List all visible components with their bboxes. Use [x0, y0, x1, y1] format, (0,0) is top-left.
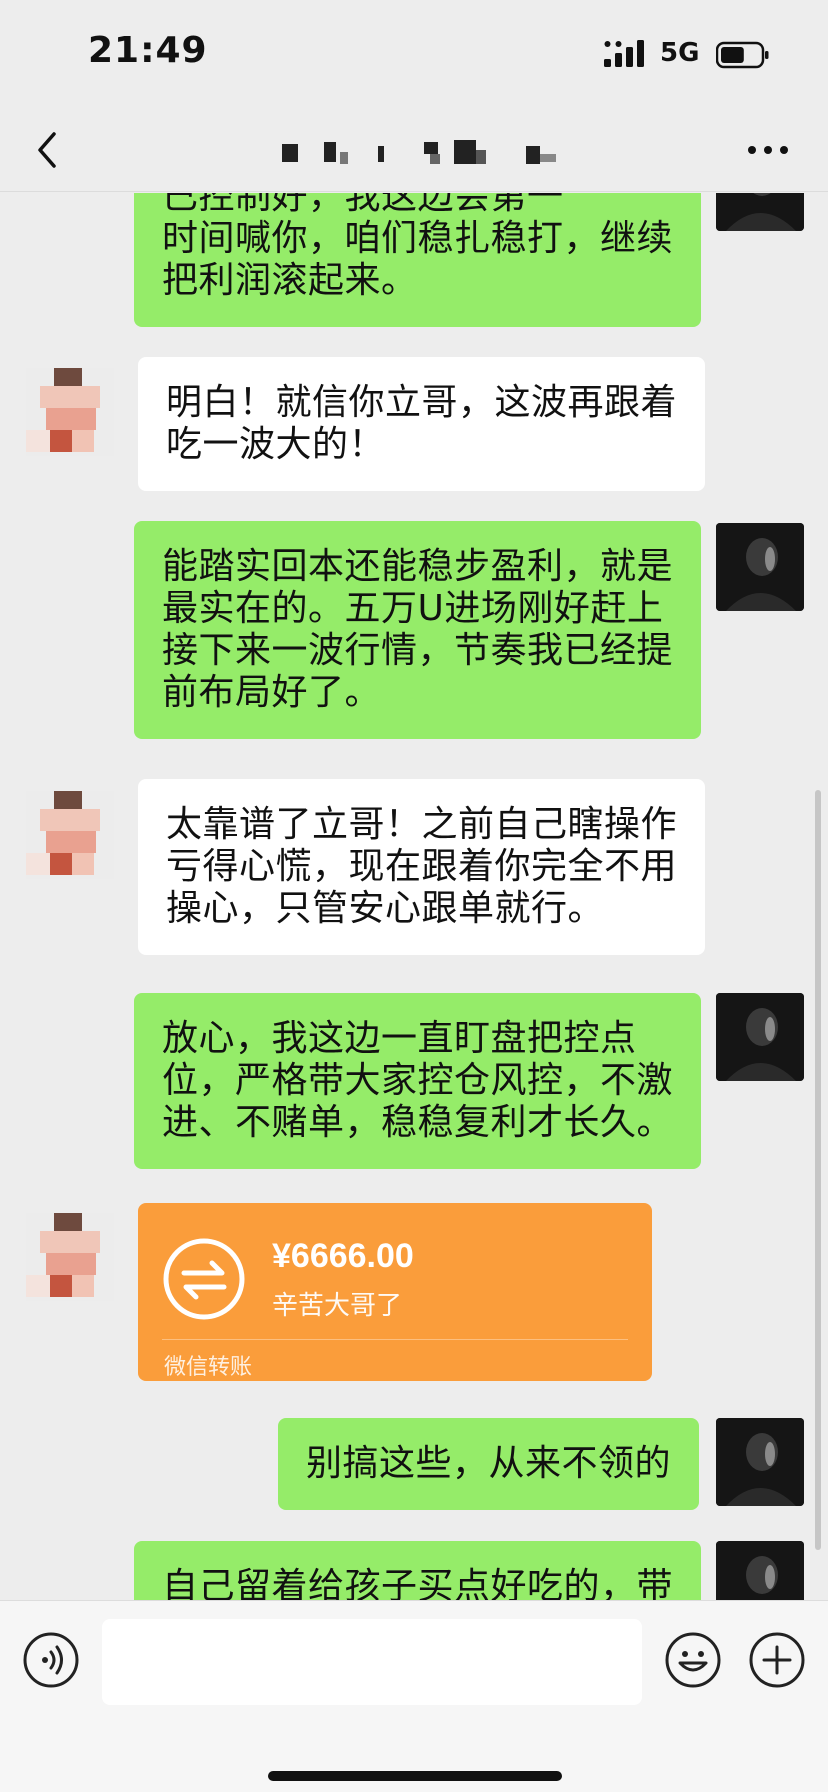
message-input-bar: [0, 1600, 828, 1792]
transfer-note: 辛苦大哥了: [272, 1291, 403, 1321]
message-text: 能踏实回本还能稳步盈利，就是: [162, 546, 674, 587]
transfer-arrows-icon: [163, 1238, 245, 1320]
message-text: 前布局好了。: [162, 672, 382, 713]
status-time: 21:49: [88, 30, 208, 71]
chat-scrollbar[interactable]: [815, 790, 821, 1550]
transfer-amount: ¥6666.00: [272, 1237, 414, 1275]
message-text-input[interactable]: [102, 1619, 642, 1705]
message-text: 亏得心慌，现在跟着你完全不用: [166, 846, 678, 887]
chat-header: [0, 108, 828, 192]
my-avatar[interactable]: [716, 523, 804, 611]
message-bubble-sent[interactable]: 自己留着给孩子买点好吃的，带: [134, 1541, 702, 1600]
message-text: 把利润滚起来。: [162, 260, 418, 301]
transfer-label: 微信转账: [164, 1355, 253, 1380]
message-bubble-received[interactable]: 太靠谱了立哥！之前自己瞎操作 亏得心慌，现在跟着你完全不用 操心，只管安心跟单就…: [138, 779, 706, 955]
signal-bars-icon: [604, 40, 644, 67]
message-text: 吃一波大的！: [166, 424, 386, 465]
status-bar: 21:49 5G: [0, 0, 828, 108]
my-avatar[interactable]: [716, 1418, 804, 1506]
contact-avatar[interactable]: [26, 1213, 114, 1301]
voice-icon[interactable]: [22, 1631, 80, 1689]
message-text: 时间喊你，咱们稳扎稳打，继续: [162, 218, 674, 259]
message-text: 已控制好，我这边会第一: [162, 193, 564, 217]
message-text: 放心，我这边一直盯盘把控点: [162, 1018, 637, 1059]
contact-avatar[interactable]: [26, 791, 114, 879]
message-bubble-sent[interactable]: 已控制好，我这边会第一 时间喊你，咱们稳扎稳打，继续 把利润滚起来。: [134, 193, 702, 327]
message-text: 操心，只管安心跟单就行。: [166, 888, 605, 929]
message-text: 太靠谱了立哥！之前自己瞎操作: [166, 804, 678, 845]
message-text: 位，严格带大家控仓风控，不激: [162, 1060, 674, 1101]
wechat-transfer-card[interactable]: ¥6666.00 辛苦大哥了 微信转账: [138, 1203, 652, 1381]
message-text: 接下来一波行情，节奏我已经提: [162, 630, 674, 671]
emoji-icon[interactable]: [664, 1631, 722, 1689]
message-text: 自己留着给孩子买点好吃的，带: [162, 1566, 674, 1600]
home-indicator[interactable]: [268, 1771, 562, 1781]
message-text: 明白！就信你立哥，这波再跟着: [166, 382, 678, 423]
divider: [162, 1339, 628, 1340]
contact-avatar[interactable]: [26, 368, 114, 456]
message-bubble-sent[interactable]: 放心，我这边一直盯盘把控点 位，严格带大家控仓风控，不激 进、不赌单，稳稳复利才…: [134, 993, 702, 1169]
more-dots-icon[interactable]: [744, 134, 792, 166]
message-bubble-sent[interactable]: 别搞这些，从来不领的: [278, 1418, 700, 1510]
my-avatar[interactable]: [716, 993, 804, 1081]
message-text: 最实在的。五万U进场刚好赶上: [162, 588, 664, 629]
battery-icon: [716, 41, 769, 69]
message-text: 进、不赌单，稳稳复利才长久。: [162, 1102, 674, 1143]
message-text: 别搞这些，从来不领的: [306, 1443, 672, 1484]
network-type: 5G: [660, 38, 700, 68]
chat-messages[interactable]: 已控制好，我这边会第一 时间喊你，咱们稳扎稳打，继续 把利润滚起来。 明白！就信…: [0, 193, 828, 1600]
plus-icon[interactable]: [748, 1631, 806, 1689]
message-bubble-sent[interactable]: 能踏实回本还能稳步盈利，就是 最实在的。五万U进场刚好赶上 接下来一波行情，节奏…: [134, 521, 702, 739]
chat-title-obscured: [282, 140, 562, 164]
chevron-left-icon[interactable]: [28, 126, 68, 174]
message-bubble-received[interactable]: 明白！就信你立哥，这波再跟着 吃一波大的！: [138, 357, 706, 491]
my-avatar[interactable]: [716, 193, 804, 231]
my-avatar[interactable]: [716, 1541, 804, 1600]
